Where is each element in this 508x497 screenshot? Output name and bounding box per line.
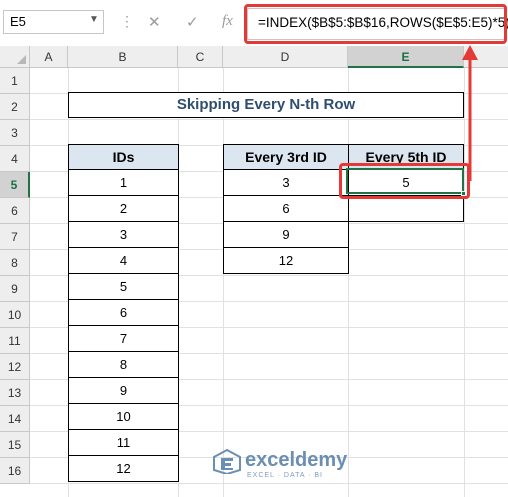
watermark-name: exceldemy <box>245 449 348 471</box>
exceldemy-logo-icon <box>213 448 241 474</box>
annotation-arrow <box>462 45 478 181</box>
watermark-tagline: EXCEL · DATA · BI <box>247 472 323 479</box>
